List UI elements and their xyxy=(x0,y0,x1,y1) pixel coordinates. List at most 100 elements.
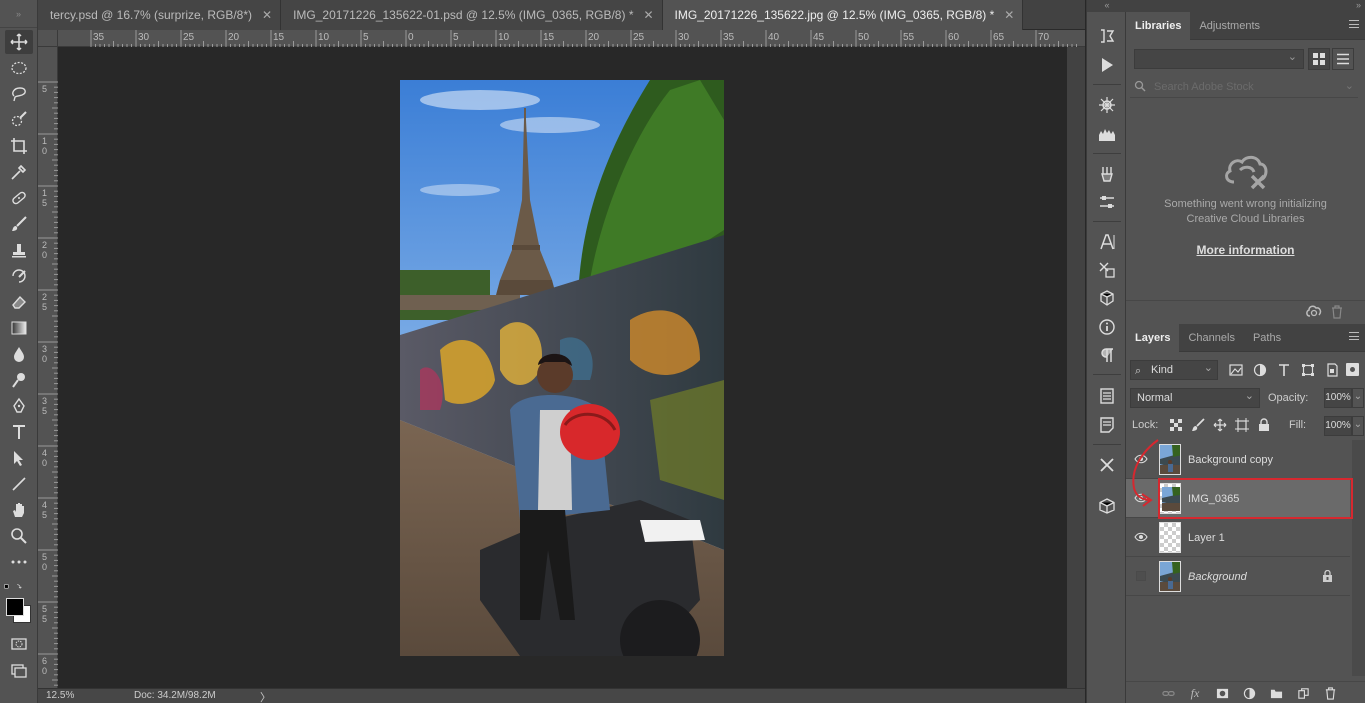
horizontal-ruler[interactable]: 35 30 25 20 15 10 5 0 5 10 15 20 25 30 35 40 45 50 55 60 65 7… xyxy=(58,30,1085,47)
tab-img-psd[interactable]: IMG_20171226_135622-01.psd @ 12.5% (IMG_… xyxy=(281,0,663,30)
actions-panel-icon[interactable] xyxy=(1097,55,1117,75)
lock-artboard-icon[interactable] xyxy=(1235,418,1249,432)
layer-lock-icon[interactable] xyxy=(1322,570,1333,582)
path-selection-tool-icon[interactable] xyxy=(5,446,33,470)
trash-icon[interactable] xyxy=(1331,305,1343,319)
fx-icon[interactable]: fx xyxy=(1188,686,1202,700)
layer-row-background-copy[interactable]: Background copy xyxy=(1126,440,1350,479)
chevron-down-icon[interactable]: ⌄ xyxy=(1352,416,1364,436)
glyphs-panel-icon[interactable] xyxy=(1097,260,1117,280)
smart-object-filter-icon[interactable] xyxy=(1324,362,1340,378)
crop-tool-icon[interactable] xyxy=(5,134,33,158)
properties-panel-icon[interactable] xyxy=(1097,386,1117,406)
tab-layers[interactable]: Layers xyxy=(1126,324,1180,352)
layer-row-background[interactable]: Background xyxy=(1126,557,1350,596)
toolbar-collapse-icon[interactable]: » xyxy=(0,0,37,28)
lock-transparent-pixels-icon[interactable] xyxy=(1169,418,1183,432)
line-tool-icon[interactable] xyxy=(5,472,33,496)
visibility-eye-icon[interactable] xyxy=(1134,453,1148,465)
new-adjustment-layer-icon[interactable] xyxy=(1242,686,1256,700)
3d-objects-panel-icon[interactable] xyxy=(1097,288,1117,308)
info-panel-icon[interactable] xyxy=(1097,317,1117,337)
marquee-tool-icon[interactable] xyxy=(5,56,33,80)
character-panel-icon[interactable] xyxy=(1097,232,1117,252)
list-view-icon[interactable] xyxy=(1332,48,1354,70)
eyedropper-tool-icon[interactable] xyxy=(5,160,33,184)
filter-toggle-icon[interactable] xyxy=(1346,363,1359,376)
pixel-filter-icon[interactable] xyxy=(1228,362,1244,378)
panels-collapse-icon[interactable]: » xyxy=(1126,0,1365,12)
close-icon[interactable]: ✕ xyxy=(1004,8,1014,22)
canvas-area[interactable] xyxy=(58,47,1067,688)
blend-mode-dropdown[interactable]: Normal xyxy=(1130,387,1260,408)
lock-all-icon[interactable] xyxy=(1257,418,1271,432)
3d-panel-icon[interactable] xyxy=(1097,496,1117,516)
zoom-tool-icon[interactable] xyxy=(5,524,33,548)
brush-settings-panel-icon[interactable] xyxy=(1097,192,1117,212)
delete-layer-icon[interactable] xyxy=(1323,686,1337,700)
type-filter-icon[interactable] xyxy=(1276,362,1292,378)
clone-stamp-tool-icon[interactable] xyxy=(5,238,33,262)
lasso-tool-icon[interactable] xyxy=(5,82,33,106)
hand-tool-icon[interactable] xyxy=(5,498,33,522)
quick-selection-tool-icon[interactable] xyxy=(5,108,33,132)
tab-adjustments[interactable]: Adjustments xyxy=(1190,12,1269,40)
grid-view-icon[interactable] xyxy=(1308,48,1330,70)
color-swatches-icon[interactable] xyxy=(4,596,34,626)
status-menu-arrow-icon[interactable]: 〉 xyxy=(260,689,271,703)
tab-tercy[interactable]: tercy.psd @ 16.7% (surprize, RGB/8*) ✕ xyxy=(38,0,282,30)
visibility-eye-icon[interactable] xyxy=(1134,531,1148,543)
fill-input[interactable]: 100% xyxy=(1324,416,1352,436)
history-brush-tool-icon[interactable] xyxy=(5,264,33,288)
add-mask-icon[interactable] xyxy=(1215,686,1229,700)
shape-filter-icon[interactable] xyxy=(1300,362,1316,378)
panel-menu-icon[interactable] xyxy=(1349,332,1359,340)
pen-tool-icon[interactable] xyxy=(5,394,33,418)
lock-position-icon[interactable] xyxy=(1213,418,1227,432)
stock-search[interactable]: Search Adobe Stock ⌄ xyxy=(1130,76,1358,98)
visibility-toggle-off[interactable] xyxy=(1136,571,1146,581)
brush-tool-icon[interactable] xyxy=(5,212,33,236)
vertical-ruler[interactable]: 51 01 52 02 53 03 54 04 55 05 56 06 5 xyxy=(38,47,58,688)
more-information-link[interactable]: More information xyxy=(1126,243,1365,257)
type-tool-icon[interactable] xyxy=(5,420,33,444)
tab-libraries[interactable]: Libraries xyxy=(1126,12,1191,40)
paragraph-panel-icon[interactable] xyxy=(1097,345,1117,365)
tab-img-jpg[interactable]: IMG_20171226_135622.jpg @ 12.5% (IMG_036… xyxy=(662,0,1024,30)
layers-scrollbar[interactable] xyxy=(1352,440,1365,676)
dock-collapse-icon[interactable]: « xyxy=(1087,0,1127,12)
new-group-icon[interactable] xyxy=(1269,686,1283,700)
quick-mask-icon[interactable] xyxy=(5,632,33,656)
screen-mode-icon[interactable] xyxy=(5,658,33,682)
blur-tool-icon[interactable] xyxy=(5,342,33,366)
new-layer-icon[interactable] xyxy=(1296,686,1310,700)
eraser-tool-icon[interactable] xyxy=(5,290,33,314)
chevron-down-icon[interactable]: ⌄ xyxy=(1352,388,1364,408)
link-layers-icon[interactable] xyxy=(1161,686,1175,700)
navigator-panel-icon[interactable] xyxy=(1097,95,1117,115)
brushes-panel-icon[interactable] xyxy=(1097,164,1117,184)
kind-filter-dropdown[interactable]: ⌕ Kind xyxy=(1130,359,1218,380)
zoom-level[interactable]: 12.5% xyxy=(46,690,106,701)
tool-presets-panel-icon[interactable] xyxy=(1097,455,1117,475)
tab-channels[interactable]: Channels xyxy=(1179,324,1243,352)
history-panel-icon[interactable] xyxy=(1097,26,1117,46)
opacity-input[interactable]: 100% xyxy=(1324,388,1352,408)
library-dropdown[interactable] xyxy=(1134,49,1304,69)
sync-icon[interactable] xyxy=(1306,305,1322,319)
dodge-tool-icon[interactable] xyxy=(5,368,33,392)
visibility-eye-icon[interactable] xyxy=(1134,492,1148,504)
ruler-origin[interactable] xyxy=(38,30,58,47)
adjustment-filter-icon[interactable] xyxy=(1252,362,1268,378)
layer-row-layer-1[interactable]: Layer 1 xyxy=(1126,518,1350,557)
histogram-panel-icon[interactable] xyxy=(1097,124,1117,144)
document-image[interactable] xyxy=(400,80,724,656)
lock-image-pixels-icon[interactable] xyxy=(1191,418,1205,432)
notes-panel-icon[interactable] xyxy=(1097,415,1117,435)
tab-paths[interactable]: Paths xyxy=(1244,324,1290,352)
healing-brush-tool-icon[interactable] xyxy=(5,186,33,210)
gradient-tool-icon[interactable] xyxy=(5,316,33,340)
layer-row-img-0365[interactable]: IMG_0365 xyxy=(1126,479,1350,518)
vertical-scrollbar[interactable] xyxy=(1067,47,1085,688)
close-icon[interactable]: ✕ xyxy=(262,8,272,22)
